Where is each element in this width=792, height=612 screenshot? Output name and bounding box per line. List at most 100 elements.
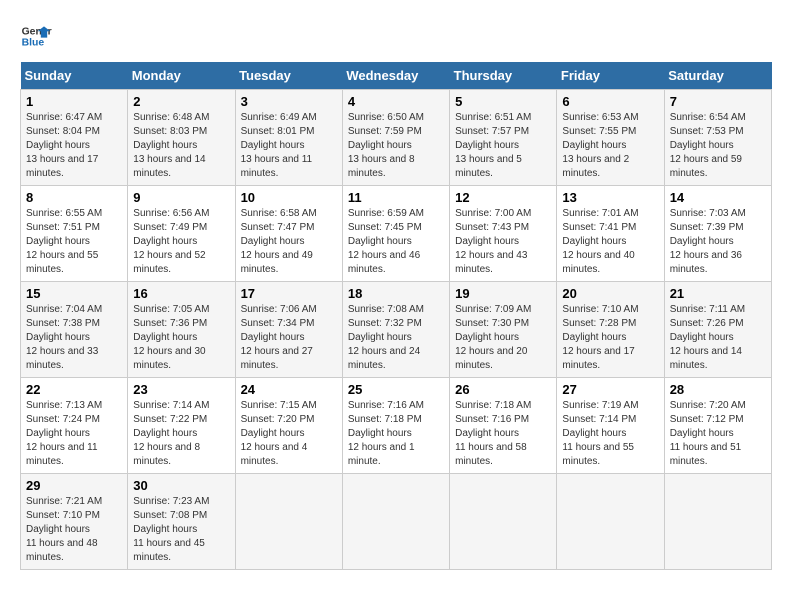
- day-cell-21: 21 Sunrise: 7:11 AM Sunset: 7:26 PM Dayl…: [664, 282, 771, 378]
- column-header-thursday: Thursday: [450, 62, 557, 90]
- day-cell-9: 9 Sunrise: 6:56 AM Sunset: 7:49 PM Dayli…: [128, 186, 235, 282]
- empty-cell: [450, 474, 557, 570]
- day-info: Sunrise: 7:09 AM Sunset: 7:30 PM Dayligh…: [455, 303, 551, 373]
- day-cell-6: 6 Sunrise: 6:53 AM Sunset: 7:55 PM Dayli…: [557, 90, 664, 186]
- page-header: General Blue: [20, 20, 772, 52]
- day-cell-20: 20 Sunrise: 7:10 AM Sunset: 7:28 PM Dayl…: [557, 282, 664, 378]
- day-cell-10: 10 Sunrise: 6:58 AM Sunset: 7:47 PM Dayl…: [235, 186, 342, 282]
- calendar-week-2: 8 Sunrise: 6:55 AM Sunset: 7:51 PM Dayli…: [21, 186, 772, 282]
- day-number: 7: [670, 94, 766, 109]
- day-cell-19: 19 Sunrise: 7:09 AM Sunset: 7:30 PM Dayl…: [450, 282, 557, 378]
- calendar-header-row: SundayMondayTuesdayWednesdayThursdayFrid…: [21, 62, 772, 90]
- day-info: Sunrise: 6:55 AM Sunset: 7:51 PM Dayligh…: [26, 207, 122, 277]
- day-number: 5: [455, 94, 551, 109]
- day-cell-30: 30 Sunrise: 7:23 AM Sunset: 7:08 PM Dayl…: [128, 474, 235, 570]
- calendar-week-5: 29 Sunrise: 7:21 AM Sunset: 7:10 PM Dayl…: [21, 474, 772, 570]
- day-cell-1: 1 Sunrise: 6:47 AM Sunset: 8:04 PM Dayli…: [21, 90, 128, 186]
- empty-cell: [235, 474, 342, 570]
- day-number: 18: [348, 286, 444, 301]
- day-cell-25: 25 Sunrise: 7:16 AM Sunset: 7:18 PM Dayl…: [342, 378, 449, 474]
- day-number: 14: [670, 190, 766, 205]
- day-number: 20: [562, 286, 658, 301]
- day-info: Sunrise: 7:00 AM Sunset: 7:43 PM Dayligh…: [455, 207, 551, 277]
- day-number: 22: [26, 382, 122, 397]
- day-number: 15: [26, 286, 122, 301]
- day-number: 21: [670, 286, 766, 301]
- day-cell-15: 15 Sunrise: 7:04 AM Sunset: 7:38 PM Dayl…: [21, 282, 128, 378]
- day-number: 8: [26, 190, 122, 205]
- day-cell-14: 14 Sunrise: 7:03 AM Sunset: 7:39 PM Dayl…: [664, 186, 771, 282]
- day-info: Sunrise: 7:06 AM Sunset: 7:34 PM Dayligh…: [241, 303, 337, 373]
- day-cell-26: 26 Sunrise: 7:18 AM Sunset: 7:16 PM Dayl…: [450, 378, 557, 474]
- day-number: 1: [26, 94, 122, 109]
- day-info: Sunrise: 6:47 AM Sunset: 8:04 PM Dayligh…: [26, 111, 122, 181]
- day-info: Sunrise: 6:54 AM Sunset: 7:53 PM Dayligh…: [670, 111, 766, 181]
- day-cell-3: 3 Sunrise: 6:49 AM Sunset: 8:01 PM Dayli…: [235, 90, 342, 186]
- svg-text:Blue: Blue: [22, 38, 45, 49]
- day-cell-29: 29 Sunrise: 7:21 AM Sunset: 7:10 PM Dayl…: [21, 474, 128, 570]
- column-header-wednesday: Wednesday: [342, 62, 449, 90]
- day-cell-12: 12 Sunrise: 7:00 AM Sunset: 7:43 PM Dayl…: [450, 186, 557, 282]
- day-info: Sunrise: 7:23 AM Sunset: 7:08 PM Dayligh…: [133, 495, 229, 565]
- day-info: Sunrise: 7:10 AM Sunset: 7:28 PM Dayligh…: [562, 303, 658, 373]
- day-info: Sunrise: 7:15 AM Sunset: 7:20 PM Dayligh…: [241, 399, 337, 469]
- day-info: Sunrise: 7:13 AM Sunset: 7:24 PM Dayligh…: [26, 399, 122, 469]
- day-number: 28: [670, 382, 766, 397]
- day-info: Sunrise: 6:53 AM Sunset: 7:55 PM Dayligh…: [562, 111, 658, 181]
- day-number: 27: [562, 382, 658, 397]
- day-number: 10: [241, 190, 337, 205]
- empty-cell: [342, 474, 449, 570]
- day-info: Sunrise: 7:16 AM Sunset: 7:18 PM Dayligh…: [348, 399, 444, 469]
- day-number: 26: [455, 382, 551, 397]
- day-cell-2: 2 Sunrise: 6:48 AM Sunset: 8:03 PM Dayli…: [128, 90, 235, 186]
- column-header-sunday: Sunday: [21, 62, 128, 90]
- day-cell-23: 23 Sunrise: 7:14 AM Sunset: 7:22 PM Dayl…: [128, 378, 235, 474]
- day-info: Sunrise: 7:11 AM Sunset: 7:26 PM Dayligh…: [670, 303, 766, 373]
- day-info: Sunrise: 7:20 AM Sunset: 7:12 PM Dayligh…: [670, 399, 766, 469]
- empty-cell: [664, 474, 771, 570]
- day-info: Sunrise: 6:51 AM Sunset: 7:57 PM Dayligh…: [455, 111, 551, 181]
- day-number: 23: [133, 382, 229, 397]
- day-info: Sunrise: 6:50 AM Sunset: 7:59 PM Dayligh…: [348, 111, 444, 181]
- day-cell-17: 17 Sunrise: 7:06 AM Sunset: 7:34 PM Dayl…: [235, 282, 342, 378]
- day-info: Sunrise: 7:03 AM Sunset: 7:39 PM Dayligh…: [670, 207, 766, 277]
- day-number: 2: [133, 94, 229, 109]
- day-cell-8: 8 Sunrise: 6:55 AM Sunset: 7:51 PM Dayli…: [21, 186, 128, 282]
- day-cell-16: 16 Sunrise: 7:05 AM Sunset: 7:36 PM Dayl…: [128, 282, 235, 378]
- day-cell-13: 13 Sunrise: 7:01 AM Sunset: 7:41 PM Dayl…: [557, 186, 664, 282]
- day-info: Sunrise: 7:21 AM Sunset: 7:10 PM Dayligh…: [26, 495, 122, 565]
- day-info: Sunrise: 7:14 AM Sunset: 7:22 PM Dayligh…: [133, 399, 229, 469]
- day-info: Sunrise: 7:08 AM Sunset: 7:32 PM Dayligh…: [348, 303, 444, 373]
- day-number: 13: [562, 190, 658, 205]
- calendar-week-3: 15 Sunrise: 7:04 AM Sunset: 7:38 PM Dayl…: [21, 282, 772, 378]
- logo-icon: General Blue: [20, 20, 52, 52]
- day-cell-18: 18 Sunrise: 7:08 AM Sunset: 7:32 PM Dayl…: [342, 282, 449, 378]
- day-cell-5: 5 Sunrise: 6:51 AM Sunset: 7:57 PM Dayli…: [450, 90, 557, 186]
- day-cell-24: 24 Sunrise: 7:15 AM Sunset: 7:20 PM Dayl…: [235, 378, 342, 474]
- day-number: 30: [133, 478, 229, 493]
- day-cell-4: 4 Sunrise: 6:50 AM Sunset: 7:59 PM Dayli…: [342, 90, 449, 186]
- day-number: 16: [133, 286, 229, 301]
- day-cell-28: 28 Sunrise: 7:20 AM Sunset: 7:12 PM Dayl…: [664, 378, 771, 474]
- day-number: 19: [455, 286, 551, 301]
- day-info: Sunrise: 7:18 AM Sunset: 7:16 PM Dayligh…: [455, 399, 551, 469]
- empty-cell: [557, 474, 664, 570]
- day-number: 11: [348, 190, 444, 205]
- day-number: 29: [26, 478, 122, 493]
- day-info: Sunrise: 6:59 AM Sunset: 7:45 PM Dayligh…: [348, 207, 444, 277]
- calendar-week-4: 22 Sunrise: 7:13 AM Sunset: 7:24 PM Dayl…: [21, 378, 772, 474]
- day-number: 12: [455, 190, 551, 205]
- day-info: Sunrise: 7:19 AM Sunset: 7:14 PM Dayligh…: [562, 399, 658, 469]
- day-number: 6: [562, 94, 658, 109]
- day-cell-11: 11 Sunrise: 6:59 AM Sunset: 7:45 PM Dayl…: [342, 186, 449, 282]
- day-info: Sunrise: 7:05 AM Sunset: 7:36 PM Dayligh…: [133, 303, 229, 373]
- day-info: Sunrise: 6:48 AM Sunset: 8:03 PM Dayligh…: [133, 111, 229, 181]
- column-header-tuesday: Tuesday: [235, 62, 342, 90]
- day-info: Sunrise: 7:04 AM Sunset: 7:38 PM Dayligh…: [26, 303, 122, 373]
- svg-text:General: General: [22, 26, 52, 37]
- day-info: Sunrise: 6:56 AM Sunset: 7:49 PM Dayligh…: [133, 207, 229, 277]
- day-cell-22: 22 Sunrise: 7:13 AM Sunset: 7:24 PM Dayl…: [21, 378, 128, 474]
- logo: General Blue: [20, 20, 52, 52]
- day-info: Sunrise: 7:01 AM Sunset: 7:41 PM Dayligh…: [562, 207, 658, 277]
- day-info: Sunrise: 6:58 AM Sunset: 7:47 PM Dayligh…: [241, 207, 337, 277]
